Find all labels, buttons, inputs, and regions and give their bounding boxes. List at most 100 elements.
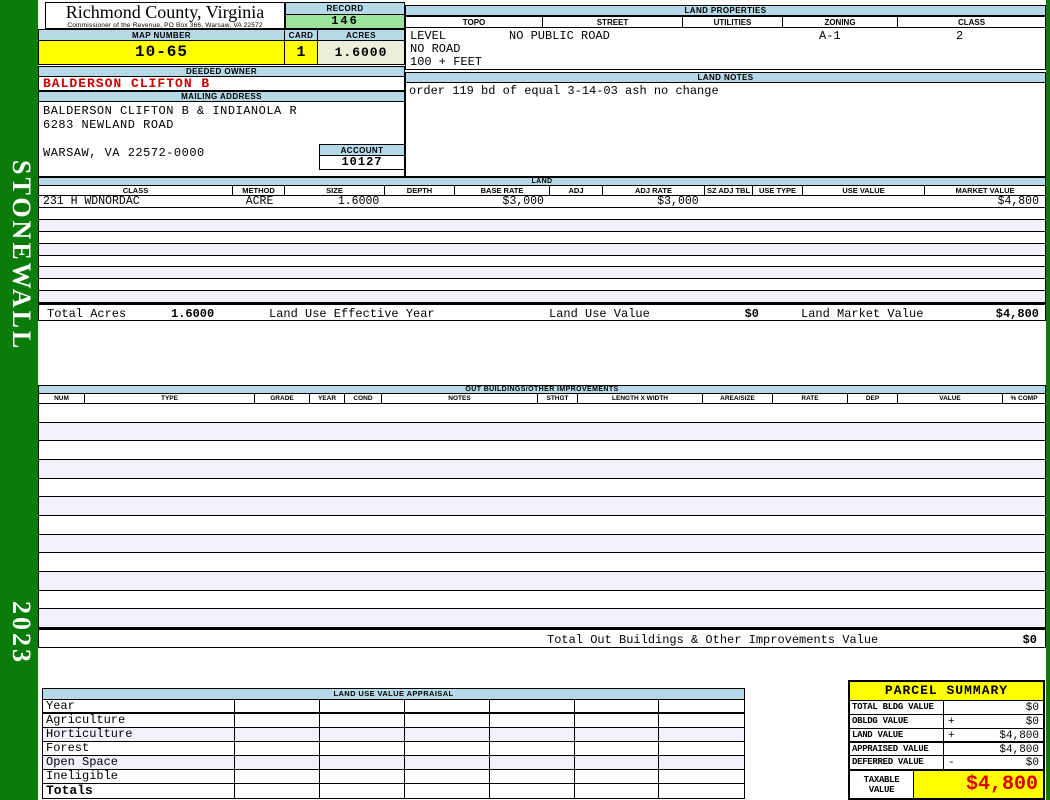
sidebar: STONEWALL 2023 — [0, 0, 38, 800]
map-number-value: 10-65 — [38, 41, 285, 65]
col-value: VALUE — [898, 394, 1003, 404]
land-properties-values: LEVEL NO PUBLIC ROAD A-1 2 NO ROAD 100 +… — [405, 28, 1046, 70]
ob-total-value: $0 — [1022, 633, 1037, 647]
use-value-label: Land Use Value — [549, 307, 650, 321]
parcel-row-land-value: LAND VALUE + $4,800 — [850, 729, 1043, 743]
out-buildings-headers: NUM TYPE GRADE YEAR COND NOTES STHGT LEN… — [38, 394, 1046, 404]
col-adj: ADJ — [550, 186, 603, 196]
col-grade: GRADE — [255, 394, 310, 404]
parcel-row-taxable: TAXABLE VALUE $4,800 — [850, 770, 1043, 798]
county-title: Richmond County, Virginia — [65, 2, 265, 22]
land-use-appraisal-table: LAND USE VALUE APPRAISAL Year Agricultur… — [42, 688, 745, 799]
empty-row — [39, 478, 1045, 498]
card-value: 1 — [285, 41, 318, 65]
row-label: APPRAISED VALUE — [850, 743, 944, 755]
row-label: Forest — [43, 742, 236, 755]
deeded-owner-value: BALDERSON CLIFTON B — [38, 77, 405, 91]
operator: + — [948, 730, 955, 742]
total-acres-label: Total Acres — [47, 307, 127, 321]
empty-row — [39, 572, 1045, 591]
appraisal-row-year: Year — [43, 700, 744, 714]
parcel-row-total-bldg: TOTAL BLDG VALUE $0 — [850, 701, 1043, 715]
acres-value: 1.6000 — [318, 41, 405, 65]
empty-row — [39, 553, 1045, 573]
col-use-value: USE VALUE — [803, 186, 925, 196]
land-properties-title: LAND PROPERTIES — [405, 5, 1046, 16]
appraisal-row-forest: Forest — [43, 742, 744, 756]
record-value: 146 — [285, 15, 405, 29]
card-label: CARD — [285, 29, 318, 41]
row-label: Ineligible — [43, 770, 236, 783]
parcel-summary-title: PARCEL SUMMARY — [850, 682, 1043, 701]
col-year: YEAR — [310, 394, 345, 404]
row-label: Year — [43, 700, 236, 713]
amount: $0 — [1025, 702, 1039, 714]
topo-extra-line: NO ROAD — [410, 42, 461, 56]
land-notes-text: order 119 bd of equal 3-14-03 ash no cha… — [405, 83, 1046, 177]
taxable-value: $4,800 — [965, 773, 1038, 796]
record-box: RECORD 146 — [285, 2, 405, 29]
empty-row — [39, 231, 1045, 244]
market-value-label: Land Market Value — [801, 307, 924, 321]
address-line: 6283 NEWLAND ROAD — [43, 118, 174, 132]
street-value: NO PUBLIC ROAD — [509, 29, 610, 43]
empty-row — [39, 441, 1045, 461]
cell-use-value — [802, 196, 924, 207]
land-title: LAND — [38, 177, 1046, 186]
col-depth: DEPTH — [385, 186, 455, 196]
out-buildings-section: OUT BUILDINGS/OTHER IMPROVEMENTS NUM TYP… — [38, 385, 1046, 648]
col-size: SIZE — [285, 186, 385, 196]
mailing-address-label: MAILING ADDRESS — [38, 91, 405, 102]
empty-row — [39, 291, 1045, 303]
taxable-label: TAXABLE VALUE — [850, 771, 914, 798]
topo-value: LEVEL — [410, 29, 447, 43]
account-value: 10127 — [319, 156, 405, 170]
col-rate: RATE — [773, 394, 848, 404]
appraisal-row-horticulture: Horticulture — [43, 728, 744, 742]
cell-method: ACRE — [245, 196, 274, 207]
amount: $4,800 — [999, 730, 1039, 742]
land-notes-title: LAND NOTES — [405, 72, 1046, 83]
row-label: Agriculture — [43, 714, 236, 727]
empty-row — [39, 609, 1045, 629]
tax-year-label: 2023 — [7, 601, 36, 665]
col-market-value: MARKET VALUE — [925, 186, 1046, 196]
col-area-size: AREA/SIZE — [703, 394, 773, 404]
land-empty-rows — [38, 208, 1046, 303]
row-label: DEFERRED VALUE — [850, 756, 944, 769]
empty-row — [39, 534, 1045, 554]
cell-base-rate: $3,000 — [502, 196, 544, 207]
appraisal-title: LAND USE VALUE APPRAISAL — [43, 689, 744, 700]
empty-row — [39, 460, 1045, 479]
property-record-card: STONEWALL 2023 Richmond County, Virginia… — [0, 0, 1050, 800]
empty-row — [39, 255, 1045, 268]
commissioner-line: Commissioner of the Revenue, PO Box 366,… — [67, 22, 263, 29]
col-street: STREET — [543, 16, 683, 28]
col-notes: NOTES — [382, 394, 538, 404]
col-cond: COND — [345, 394, 382, 404]
appraisal-row-totals: Totals — [43, 784, 744, 798]
out-buildings-total-row: Total Out Buildings & Other Improvements… — [38, 628, 1046, 648]
land-properties-headers: TOPO STREET UTILITIES ZONING CLASS — [405, 16, 1046, 28]
col-utilities: UTILITIES — [683, 16, 783, 28]
empty-row — [39, 404, 1045, 423]
market-value: $4,800 — [995, 307, 1039, 321]
col-num: NUM — [38, 394, 85, 404]
land-totals-row: Total Acres 1.6000 Land Use Effective Ye… — [38, 303, 1046, 321]
row-label: Open Space — [43, 756, 236, 769]
acres-label: ACRES — [318, 29, 405, 41]
content-area: Richmond County, Virginia Commissioner o… — [38, 0, 1046, 800]
zoning-value: A-1 — [819, 29, 841, 43]
col-class: CLASS — [898, 16, 1046, 28]
district-label: STONEWALL — [7, 160, 36, 352]
cell-market-value: $4,800 — [997, 196, 1039, 207]
appraisal-row-ineligible: Ineligible — [43, 770, 744, 784]
cell-sz-adj-tbl — [705, 196, 753, 207]
cell-adj-rate: $3,000 — [657, 196, 699, 207]
out-buildings-empty-rows — [38, 404, 1046, 629]
empty-row — [39, 590, 1045, 610]
appraisal-row-open-space: Open Space — [43, 756, 744, 770]
empty-row — [39, 516, 1045, 535]
effective-year-label: Land Use Effective Year — [269, 307, 435, 321]
land-data-row: 231 H WDNORDAC ACRE 1.6000 $3,000 $3,000… — [38, 196, 1046, 208]
